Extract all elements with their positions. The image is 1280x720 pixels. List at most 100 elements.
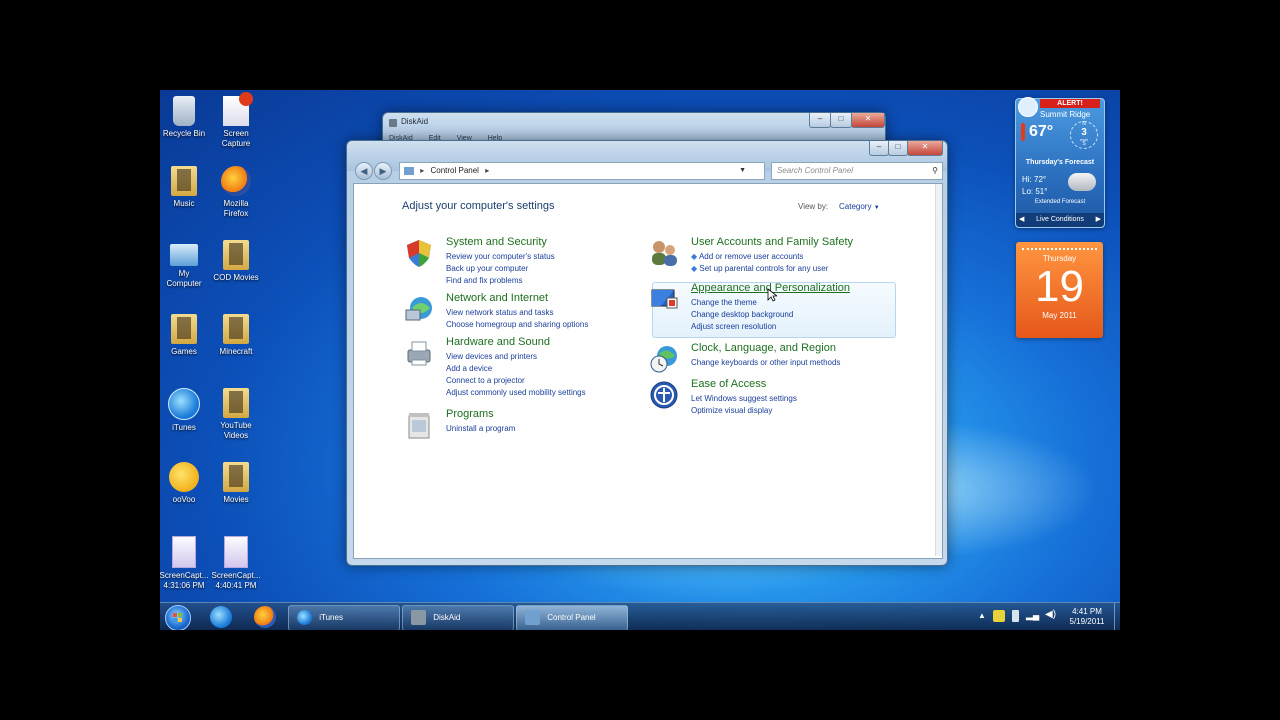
category-link[interactable]: Back up your computer [446, 264, 528, 273]
system-clock[interactable]: 4:41 PM 5/19/2011 [1062, 607, 1112, 627]
category-link[interactable]: Connect to a projector [446, 376, 525, 385]
folder-icon [223, 462, 249, 492]
category-title[interactable]: Clock, Language, and Region [691, 342, 836, 354]
desktop-icon-label: Games [171, 347, 197, 356]
category-title[interactable]: System and Security [446, 236, 547, 248]
taskbar-button-label: iTunes [319, 613, 343, 622]
desktop-icon-minecraft[interactable]: Minecraft [208, 314, 264, 357]
desktop-icon-cod-movies[interactable]: COD Movies [208, 240, 264, 283]
maximize-button[interactable]: □ [830, 113, 852, 128]
chevron-right-icon[interactable]: ▶ [1096, 213, 1101, 227]
extended-forecast-link[interactable]: Extended Forecast [1016, 199, 1104, 205]
forecast-low: Lo: 51° [1022, 187, 1048, 196]
close-button[interactable]: ✕ [907, 141, 943, 156]
taskbar-button-label: Control Panel [547, 613, 596, 622]
firefox-pinned-icon[interactable] [254, 606, 276, 628]
chevron-down-icon[interactable]: ▼ [739, 163, 746, 179]
calendar-month-year: May 2011 [1042, 311, 1077, 320]
uac-shield-icon: ◆ [691, 252, 698, 261]
live-conditions-bar[interactable]: ◀ Live Conditions ▶ [1016, 213, 1104, 227]
show-desktop-button[interactable] [1114, 603, 1120, 630]
storm-cloud-icon [1068, 173, 1096, 191]
desktop-icon-screencapture-1[interactable]: ScreenCapt... 4:31:06 PM [160, 536, 212, 591]
desktop-icon-firefox[interactable]: Mozilla Firefox [208, 166, 264, 219]
search-input[interactable]: Search Control Panel ⚲ [771, 162, 943, 180]
file-icon [172, 536, 196, 568]
category-link[interactable]: Change desktop background [691, 310, 793, 319]
wind-compass: N 3 mph S [1070, 121, 1098, 149]
category-link[interactable]: Adjust commonly used mobility settings [446, 388, 586, 397]
alert-badge[interactable]: ALERT! [1040, 99, 1100, 108]
clock-time: 4:41 PM [1072, 607, 1102, 616]
desktop-icon-itunes[interactable]: iTunes [160, 388, 212, 433]
category-link[interactable]: Adjust screen resolution [691, 322, 776, 331]
desktop-icon-recycle-bin[interactable]: Recycle Bin [160, 96, 212, 139]
category-title[interactable]: Programs [446, 408, 494, 420]
desktop-icon-my-computer[interactable]: My Computer [160, 240, 212, 289]
start-button[interactable] [165, 605, 191, 630]
desktop-icon-label: ScreenCapt... 4:40:41 PM [211, 571, 261, 590]
category-title[interactable]: Hardware and Sound [446, 336, 550, 348]
desktop-icon-youtube-videos[interactable]: YouTube Videos [208, 388, 264, 441]
weather-gadget[interactable]: ALERT! Summit Ridge 67° N 3 mph S Thursd… [1015, 97, 1105, 228]
desktop-icon-screencapture-2[interactable]: ScreenCapt... 4:40:41 PM [208, 536, 264, 591]
window-title: DiskAid [401, 117, 429, 126]
minimize-button[interactable]: – [869, 141, 889, 156]
battery-icon[interactable] [1012, 610, 1019, 622]
network-signal-icon[interactable]: ▂▄ [1026, 610, 1039, 621]
breadcrumb[interactable]: Control Panel [430, 166, 478, 175]
show-hidden-icons[interactable]: ▲ [978, 611, 986, 620]
category-link[interactable]: View network status and tasks [446, 308, 553, 317]
category-link[interactable]: Find and fix problems [446, 276, 522, 285]
back-button[interactable]: ◀ [355, 162, 373, 180]
desktop-icon-games[interactable]: Games [160, 314, 212, 357]
minimize-button[interactable]: – [809, 113, 831, 128]
firefox-icon [221, 166, 251, 196]
scrollbar[interactable] [935, 184, 942, 556]
category-link[interactable]: Optimize visual display [691, 406, 772, 415]
category-link[interactable]: Change keyboards or other input methods [691, 358, 840, 367]
desktop-icon-movies[interactable]: Movies [208, 462, 264, 505]
category-link[interactable]: ◆ Set up parental controls for any user [691, 264, 828, 273]
programs-icon [404, 410, 434, 440]
category-title[interactable]: Network and Internet [446, 292, 548, 304]
category-link[interactable]: ◆ Add or remove user accounts [691, 252, 803, 261]
taskbar: iTunes DiskAid Control Panel ▲ ▂▄ ◀) 4:4… [160, 602, 1120, 630]
category-link[interactable]: Change the theme [691, 298, 757, 307]
desktop-icon-label: COD Movies [213, 273, 259, 282]
view-by-dropdown[interactable]: Category ▼ [839, 202, 880, 211]
category-link[interactable]: Choose homegroup and sharing options [446, 320, 588, 329]
category-title[interactable]: Ease of Access [691, 378, 766, 390]
category-link[interactable]: Add a device [446, 364, 492, 373]
control-panel-window[interactable]: – □ ✕ ◀ ▶ ▸ Control Panel ▸ ▼ ⟳ Search C… [346, 140, 948, 566]
chevron-down-icon: ▼ [873, 205, 880, 211]
desktop-icon-oovoo[interactable]: ooVoo [160, 462, 212, 505]
category-title[interactable]: User Accounts and Family Safety [691, 236, 853, 248]
page-title: Adjust your computer's settings [402, 200, 555, 212]
category-link[interactable]: Review your computer's status [446, 252, 555, 261]
calendar-gadget[interactable]: Thursday 19 May 2011 [1016, 242, 1103, 338]
chevron-left-icon[interactable]: ◀ [1019, 213, 1024, 227]
taskbar-button-itunes[interactable]: iTunes [288, 605, 400, 630]
desktop-icon-label: ScreenCapt... 4:31:06 PM [160, 571, 209, 590]
breadcrumb-separator-icon: ▸ [420, 166, 425, 175]
folder-icon [223, 240, 249, 270]
view-by-value: Category [839, 202, 872, 211]
volume-icon[interactable]: ◀) [1045, 609, 1056, 620]
desktop-icon-screen-capture[interactable]: Screen Capture [208, 92, 264, 149]
desktop-icon-music[interactable]: Music [160, 166, 212, 209]
action-center-icon[interactable] [993, 610, 1005, 622]
category-link[interactable]: Let Windows suggest settings [691, 394, 797, 403]
itunes-pinned-icon[interactable] [210, 606, 232, 628]
oovoo-icon [169, 462, 199, 492]
forward-button[interactable]: ▶ [374, 162, 392, 180]
taskbar-button-control-panel[interactable]: Control Panel [516, 605, 628, 630]
address-bar[interactable]: ▸ Control Panel ▸ ▼ ⟳ [399, 162, 778, 180]
close-button[interactable]: ✕ [851, 113, 885, 128]
taskbar-button-diskaid[interactable]: DiskAid [402, 605, 514, 630]
category-link[interactable]: View devices and printers [446, 352, 537, 361]
category-link[interactable]: Uninstall a program [446, 424, 515, 433]
breadcrumb-separator-icon: ▸ [485, 166, 490, 175]
maximize-button[interactable]: □ [888, 141, 908, 156]
search-icon[interactable]: ⚲ [932, 163, 938, 179]
